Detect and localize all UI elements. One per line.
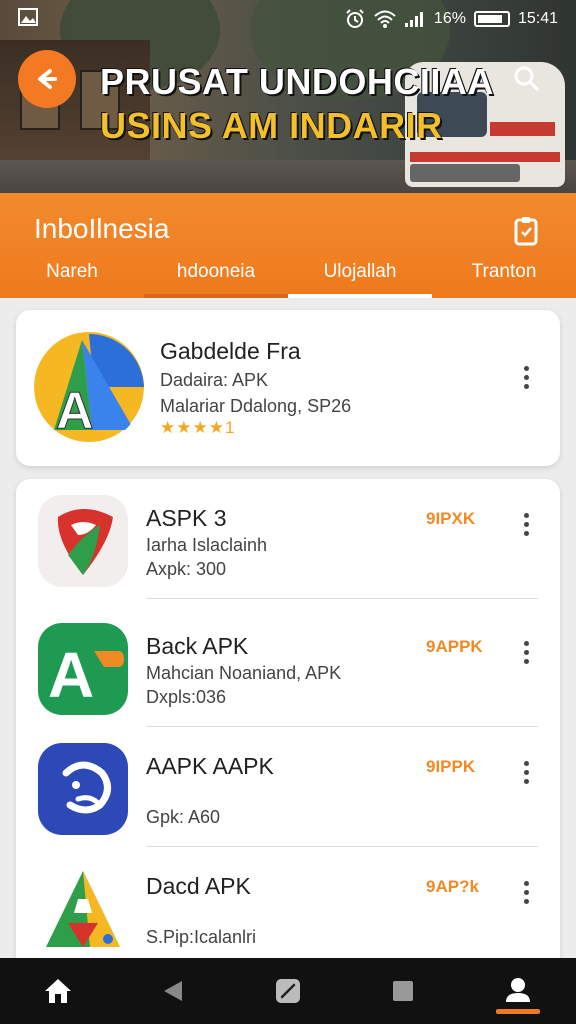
app-badge: 9IPXK	[426, 509, 476, 528]
list-item[interactable]: AAPK AAPK Gpk: A60 9IPPK	[16, 727, 560, 847]
battery-icon	[473, 11, 510, 27]
nav-profile[interactable]	[488, 966, 548, 1016]
tab-bar: Nareh hdooneia Ulojallah Tranton	[0, 255, 576, 298]
featured-app-name: Gabdelde Fra	[160, 338, 301, 364]
profile-icon	[506, 978, 531, 1002]
back-arrow-icon	[38, 69, 57, 89]
more-options-icon[interactable]	[514, 637, 538, 667]
app-badge: 9IPPK	[426, 757, 476, 776]
app-icon: A	[38, 623, 128, 715]
app-icon	[38, 495, 128, 587]
banner-title-line1: PRUSAT UNDOHCIIAA	[100, 61, 494, 102]
signal-icon	[404, 12, 423, 27]
bookmark-button[interactable]	[508, 213, 544, 249]
star-icons: ★★★★	[160, 418, 225, 437]
more-options-icon[interactable]	[514, 877, 538, 907]
svg-text:A: A	[56, 382, 94, 440]
search-icon	[514, 66, 539, 91]
featured-app-info: Malariar Ddalong, SP26	[160, 396, 352, 416]
featured-app-card[interactable]: A Gabdelde Fra Dadaira: APK Malariar Dda…	[16, 310, 560, 466]
featured-app-icon: A	[34, 330, 144, 444]
app-name: ASPK 3	[146, 505, 227, 531]
app-name: Back APK	[146, 633, 249, 659]
battery-percent: 16%	[433, 10, 466, 27]
list-item[interactable]: ASPK 3 Iarha Islaclainh Axpk: 300 9IPXK	[16, 479, 560, 599]
app-badge: 9AP?k	[426, 877, 479, 896]
divider	[146, 598, 538, 599]
rating-stars: ★★★★1	[160, 418, 235, 438]
edit-icon	[275, 979, 300, 1003]
nav-back[interactable]	[143, 966, 203, 1016]
more-options-icon[interactable]	[514, 509, 538, 539]
app-meta: Dxpls:036	[146, 687, 227, 707]
page-title: InboIlnesia	[34, 213, 170, 244]
app-name: AAPK AAPK	[146, 753, 274, 779]
nav-home[interactable]	[28, 966, 88, 1016]
app-badge: 9APPK	[426, 637, 483, 656]
more-options-icon[interactable]	[514, 757, 538, 787]
gallery-icon	[18, 7, 38, 26]
search-button[interactable]	[504, 56, 548, 100]
app-subtitle: Mahcian Noaniand, APK	[146, 663, 342, 683]
app-icon	[38, 863, 128, 955]
app-icon	[38, 743, 128, 835]
bottom-navigation	[0, 958, 576, 1024]
app-list-card: ASPK 3 Iarha Islaclainh Axpk: 300 9IPXK …	[16, 479, 560, 979]
app-subtitle: Iarha Islaclainh	[146, 535, 268, 555]
tab-tranton[interactable]: Tranton	[432, 255, 576, 298]
banner-title: PRUSAT UNDOHCIIAA USINS AM INDARIR	[100, 60, 494, 148]
back-triangle-icon	[163, 981, 182, 1001]
tab-ulojallah[interactable]: Ulojallah	[288, 255, 432, 298]
back-button[interactable]	[18, 50, 76, 108]
app-meta: Axpk: 300	[146, 559, 227, 579]
banner-title-line2: USINS AM INDARIR	[100, 105, 443, 146]
svg-text:A: A	[48, 639, 94, 711]
nav-edit[interactable]	[258, 966, 318, 1016]
clock-time: 15:41	[517, 10, 558, 27]
square-icon	[393, 981, 414, 1001]
app-bar: InboIlnesia Nareh hdooneia Ulojallah Tra…	[0, 193, 576, 298]
tab-nareh[interactable]: Nareh	[0, 255, 144, 298]
app-name: Dacd APK	[146, 873, 251, 899]
app-meta: Gpk: A60	[146, 807, 221, 827]
status-bar: 16% 15:41	[0, 0, 576, 38]
tab-indonesia[interactable]: hdooneia	[144, 255, 288, 298]
app-meta: S.Pip:Icalanlri	[146, 927, 257, 947]
bookmark-icon	[514, 217, 538, 246]
list-item[interactable]: A Back APK Mahcian Noaniand, APK Dxpls:0…	[16, 607, 560, 727]
rating-value: 1	[224, 418, 236, 437]
home-icon	[44, 979, 71, 1003]
more-options-icon[interactable]	[514, 362, 538, 392]
wifi-icon	[374, 10, 396, 28]
list-item[interactable]: Dacd APK S.Pip:Icalanlri 9AP?k	[16, 847, 560, 967]
alarm-icon	[346, 9, 364, 28]
featured-app-type: Dadaira: APK	[160, 370, 269, 390]
nav-recents[interactable]	[373, 966, 433, 1016]
